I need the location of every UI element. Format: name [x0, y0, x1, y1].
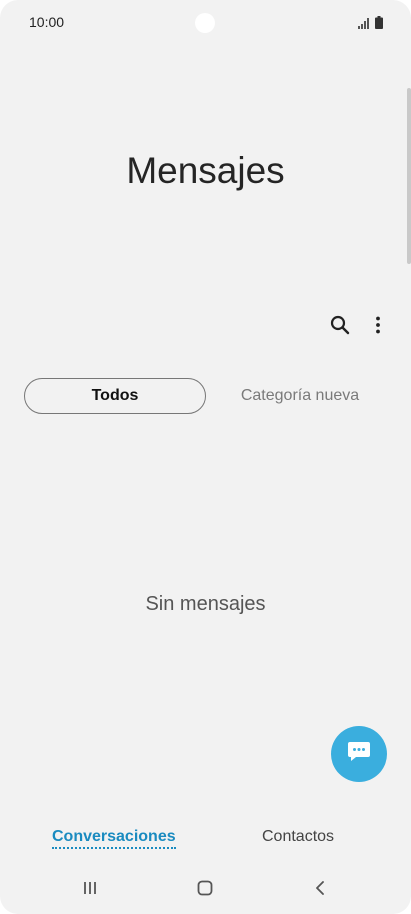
empty-state-message: Sin mensajes	[145, 593, 266, 615]
bottom-tab-bar: Conversaciones Contactos	[0, 820, 411, 854]
status-icons	[358, 15, 383, 29]
recent-apps-icon[interactable]	[75, 876, 105, 900]
home-icon[interactable]	[190, 876, 220, 900]
signal-icon	[358, 18, 370, 29]
tab-todos[interactable]: Todos	[24, 378, 206, 414]
back-icon[interactable]	[305, 876, 335, 900]
compose-message-button[interactable]	[331, 726, 387, 782]
search-icon[interactable]	[326, 311, 354, 339]
category-tabs: Todos Categoría nueva	[24, 378, 384, 414]
more-options-icon[interactable]	[364, 311, 392, 339]
front-camera-cutout	[195, 13, 215, 33]
tab-conversaciones[interactable]: Conversaciones	[52, 828, 176, 849]
system-navigation-bar	[0, 866, 411, 910]
chat-bubble-icon	[347, 741, 371, 768]
battery-icon	[375, 16, 383, 29]
phone-screen: 10:00 Mensajes Todos Categoría nueva Sin…	[0, 0, 411, 914]
status-time: 10:00	[29, 14, 65, 30]
page-title: Mensajes	[126, 150, 285, 191]
tab-contactos[interactable]: Contactos	[262, 828, 334, 846]
tab-categoria-nueva[interactable]: Categoría nueva	[220, 378, 380, 414]
status-bar: 10:00	[0, 0, 411, 46]
